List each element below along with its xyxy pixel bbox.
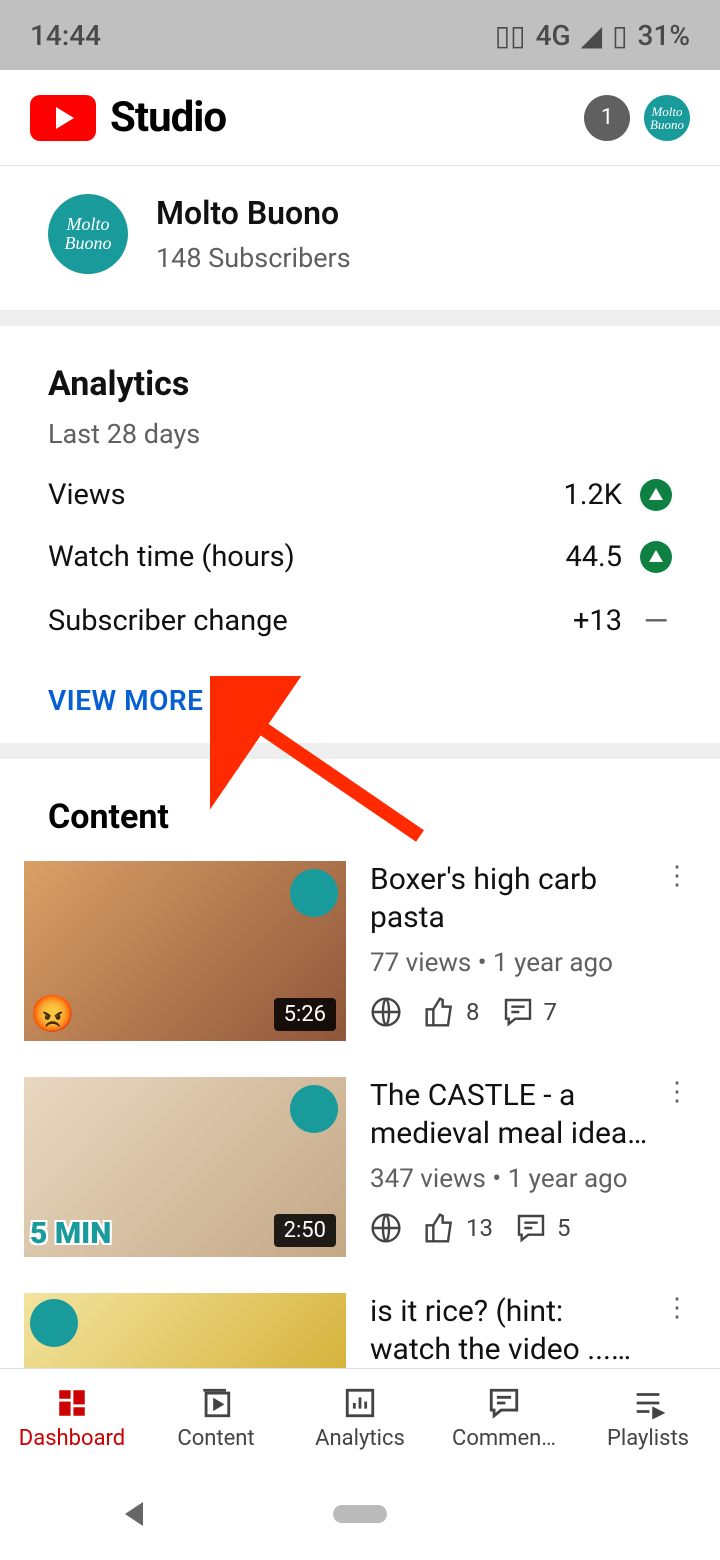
system-nav bbox=[0, 1468, 720, 1560]
nav-label: Content bbox=[177, 1426, 254, 1451]
nav-dashboard[interactable]: Dashboard bbox=[0, 1369, 144, 1468]
stat-value: 1.2K bbox=[564, 478, 622, 512]
home-pill-icon[interactable] bbox=[333, 1505, 387, 1523]
likes-count: 13 bbox=[424, 1212, 493, 1244]
video-title: Boxer's high carb pasta bbox=[370, 861, 650, 936]
thumbnail-badge-icon bbox=[30, 1299, 78, 1347]
channel-header[interactable]: MoltoBuono Molto Buono 148 Subscribers bbox=[0, 166, 720, 310]
battery-percent: 31% bbox=[638, 19, 690, 52]
thumbnail-emoji-icon: 😡 bbox=[30, 993, 75, 1035]
stat-value: +13 bbox=[573, 604, 622, 638]
likes-count: 8 bbox=[424, 996, 480, 1028]
vibrate-icon: ▯▯ bbox=[495, 19, 526, 52]
youtube-logo-icon[interactable] bbox=[30, 95, 96, 141]
nav-label: Analytics bbox=[315, 1426, 405, 1451]
video-meta-text: 347 views • 1 year ago bbox=[370, 1164, 696, 1194]
notification-badge[interactable]: 1 bbox=[584, 95, 630, 141]
header-avatar[interactable]: MoltoBuono bbox=[644, 95, 690, 141]
battery-icon: ▯ bbox=[612, 19, 627, 52]
studio-title: Studio bbox=[110, 93, 226, 142]
analytics-period: Last 28 days bbox=[48, 418, 672, 450]
stat-label: Views bbox=[48, 478, 126, 512]
video-row[interactable]: 5 MIN 2:50 The CASTLE - a medieval meal … bbox=[0, 1053, 720, 1269]
visibility-icon bbox=[370, 1212, 402, 1244]
status-right: ▯▯ 4G ◢ ▯ 31% bbox=[495, 19, 690, 52]
stat-row-watch-time[interactable]: Watch time (hours) 44.5 bbox=[48, 540, 672, 574]
video-row[interactable]: 😡 5:26 Boxer's high carb pasta ⋮ 77 view… bbox=[0, 837, 720, 1053]
stat-value: 44.5 bbox=[565, 540, 622, 574]
trend-neutral-icon: — bbox=[640, 602, 672, 640]
video-thumbnail[interactable]: 😡 5:26 bbox=[24, 861, 346, 1041]
video-row[interactable]: is it rice? (hint: watch the video ... d… bbox=[0, 1269, 720, 1373]
nav-playlists[interactable]: Playlists bbox=[576, 1369, 720, 1468]
bottom-nav: Dashboard Content Analytics Commen… Play… bbox=[0, 1368, 720, 1468]
channel-name: Molto Buono bbox=[156, 194, 351, 232]
analytics-title: Analytics bbox=[48, 364, 672, 404]
visibility-icon bbox=[370, 996, 402, 1028]
app-header: Studio 1 MoltoBuono bbox=[0, 70, 720, 166]
channel-subscribers: 148 Subscribers bbox=[156, 242, 351, 274]
nav-analytics[interactable]: Analytics bbox=[288, 1369, 432, 1468]
trend-up-icon bbox=[640, 541, 672, 573]
video-title: The CASTLE - a medieval meal idea, f… bbox=[370, 1077, 650, 1152]
video-thumbnail[interactable] bbox=[24, 1293, 346, 1373]
content-title: Content bbox=[0, 797, 720, 837]
back-icon[interactable] bbox=[125, 1502, 143, 1526]
nav-comments[interactable]: Commen… bbox=[432, 1369, 576, 1468]
more-options-icon[interactable]: ⋮ bbox=[658, 1077, 696, 1107]
stat-row-views[interactable]: Views 1.2K bbox=[48, 478, 672, 512]
trend-up-icon bbox=[640, 479, 672, 511]
nav-content[interactable]: Content bbox=[144, 1369, 288, 1468]
comments-count: 7 bbox=[502, 996, 558, 1028]
comments-count: 5 bbox=[515, 1212, 571, 1244]
thumbnail-text-icon: 5 MIN bbox=[30, 1216, 111, 1251]
nav-label: Dashboard bbox=[19, 1426, 125, 1451]
video-duration: 2:50 bbox=[274, 1214, 336, 1247]
stat-label: Subscriber change bbox=[48, 604, 288, 638]
status-bar: 14:44 ▯▯ 4G ◢ ▯ 31% bbox=[0, 0, 720, 70]
thumbnail-badge-icon bbox=[290, 1085, 338, 1133]
divider bbox=[0, 310, 720, 326]
video-thumbnail[interactable]: 5 MIN 2:50 bbox=[24, 1077, 346, 1257]
analytics-card: Analytics Last 28 days Views 1.2K Watch … bbox=[0, 326, 720, 743]
network-label: 4G bbox=[536, 19, 571, 52]
video-duration: 5:26 bbox=[274, 998, 336, 1031]
channel-avatar: MoltoBuono bbox=[48, 194, 128, 274]
view-more-button[interactable]: VIEW MORE bbox=[48, 684, 672, 717]
more-options-icon[interactable]: ⋮ bbox=[658, 1293, 696, 1323]
stat-label: Watch time (hours) bbox=[48, 540, 295, 574]
video-title: is it rice? (hint: watch the video ... d… bbox=[370, 1293, 650, 1368]
signal-icon: ◢ bbox=[581, 19, 603, 52]
stat-row-subscriber-change[interactable]: Subscriber change +13 — bbox=[48, 602, 672, 640]
divider bbox=[0, 743, 720, 759]
status-time: 14:44 bbox=[30, 19, 101, 52]
more-options-icon[interactable]: ⋮ bbox=[658, 861, 696, 891]
thumbnail-badge-icon bbox=[290, 869, 338, 917]
nav-label: Playlists bbox=[607, 1426, 689, 1451]
video-meta-text: 77 views • 1 year ago bbox=[370, 948, 696, 978]
nav-label: Commen… bbox=[452, 1426, 556, 1451]
content-card: Content 😡 5:26 Boxer's high carb pasta ⋮… bbox=[0, 759, 720, 1373]
